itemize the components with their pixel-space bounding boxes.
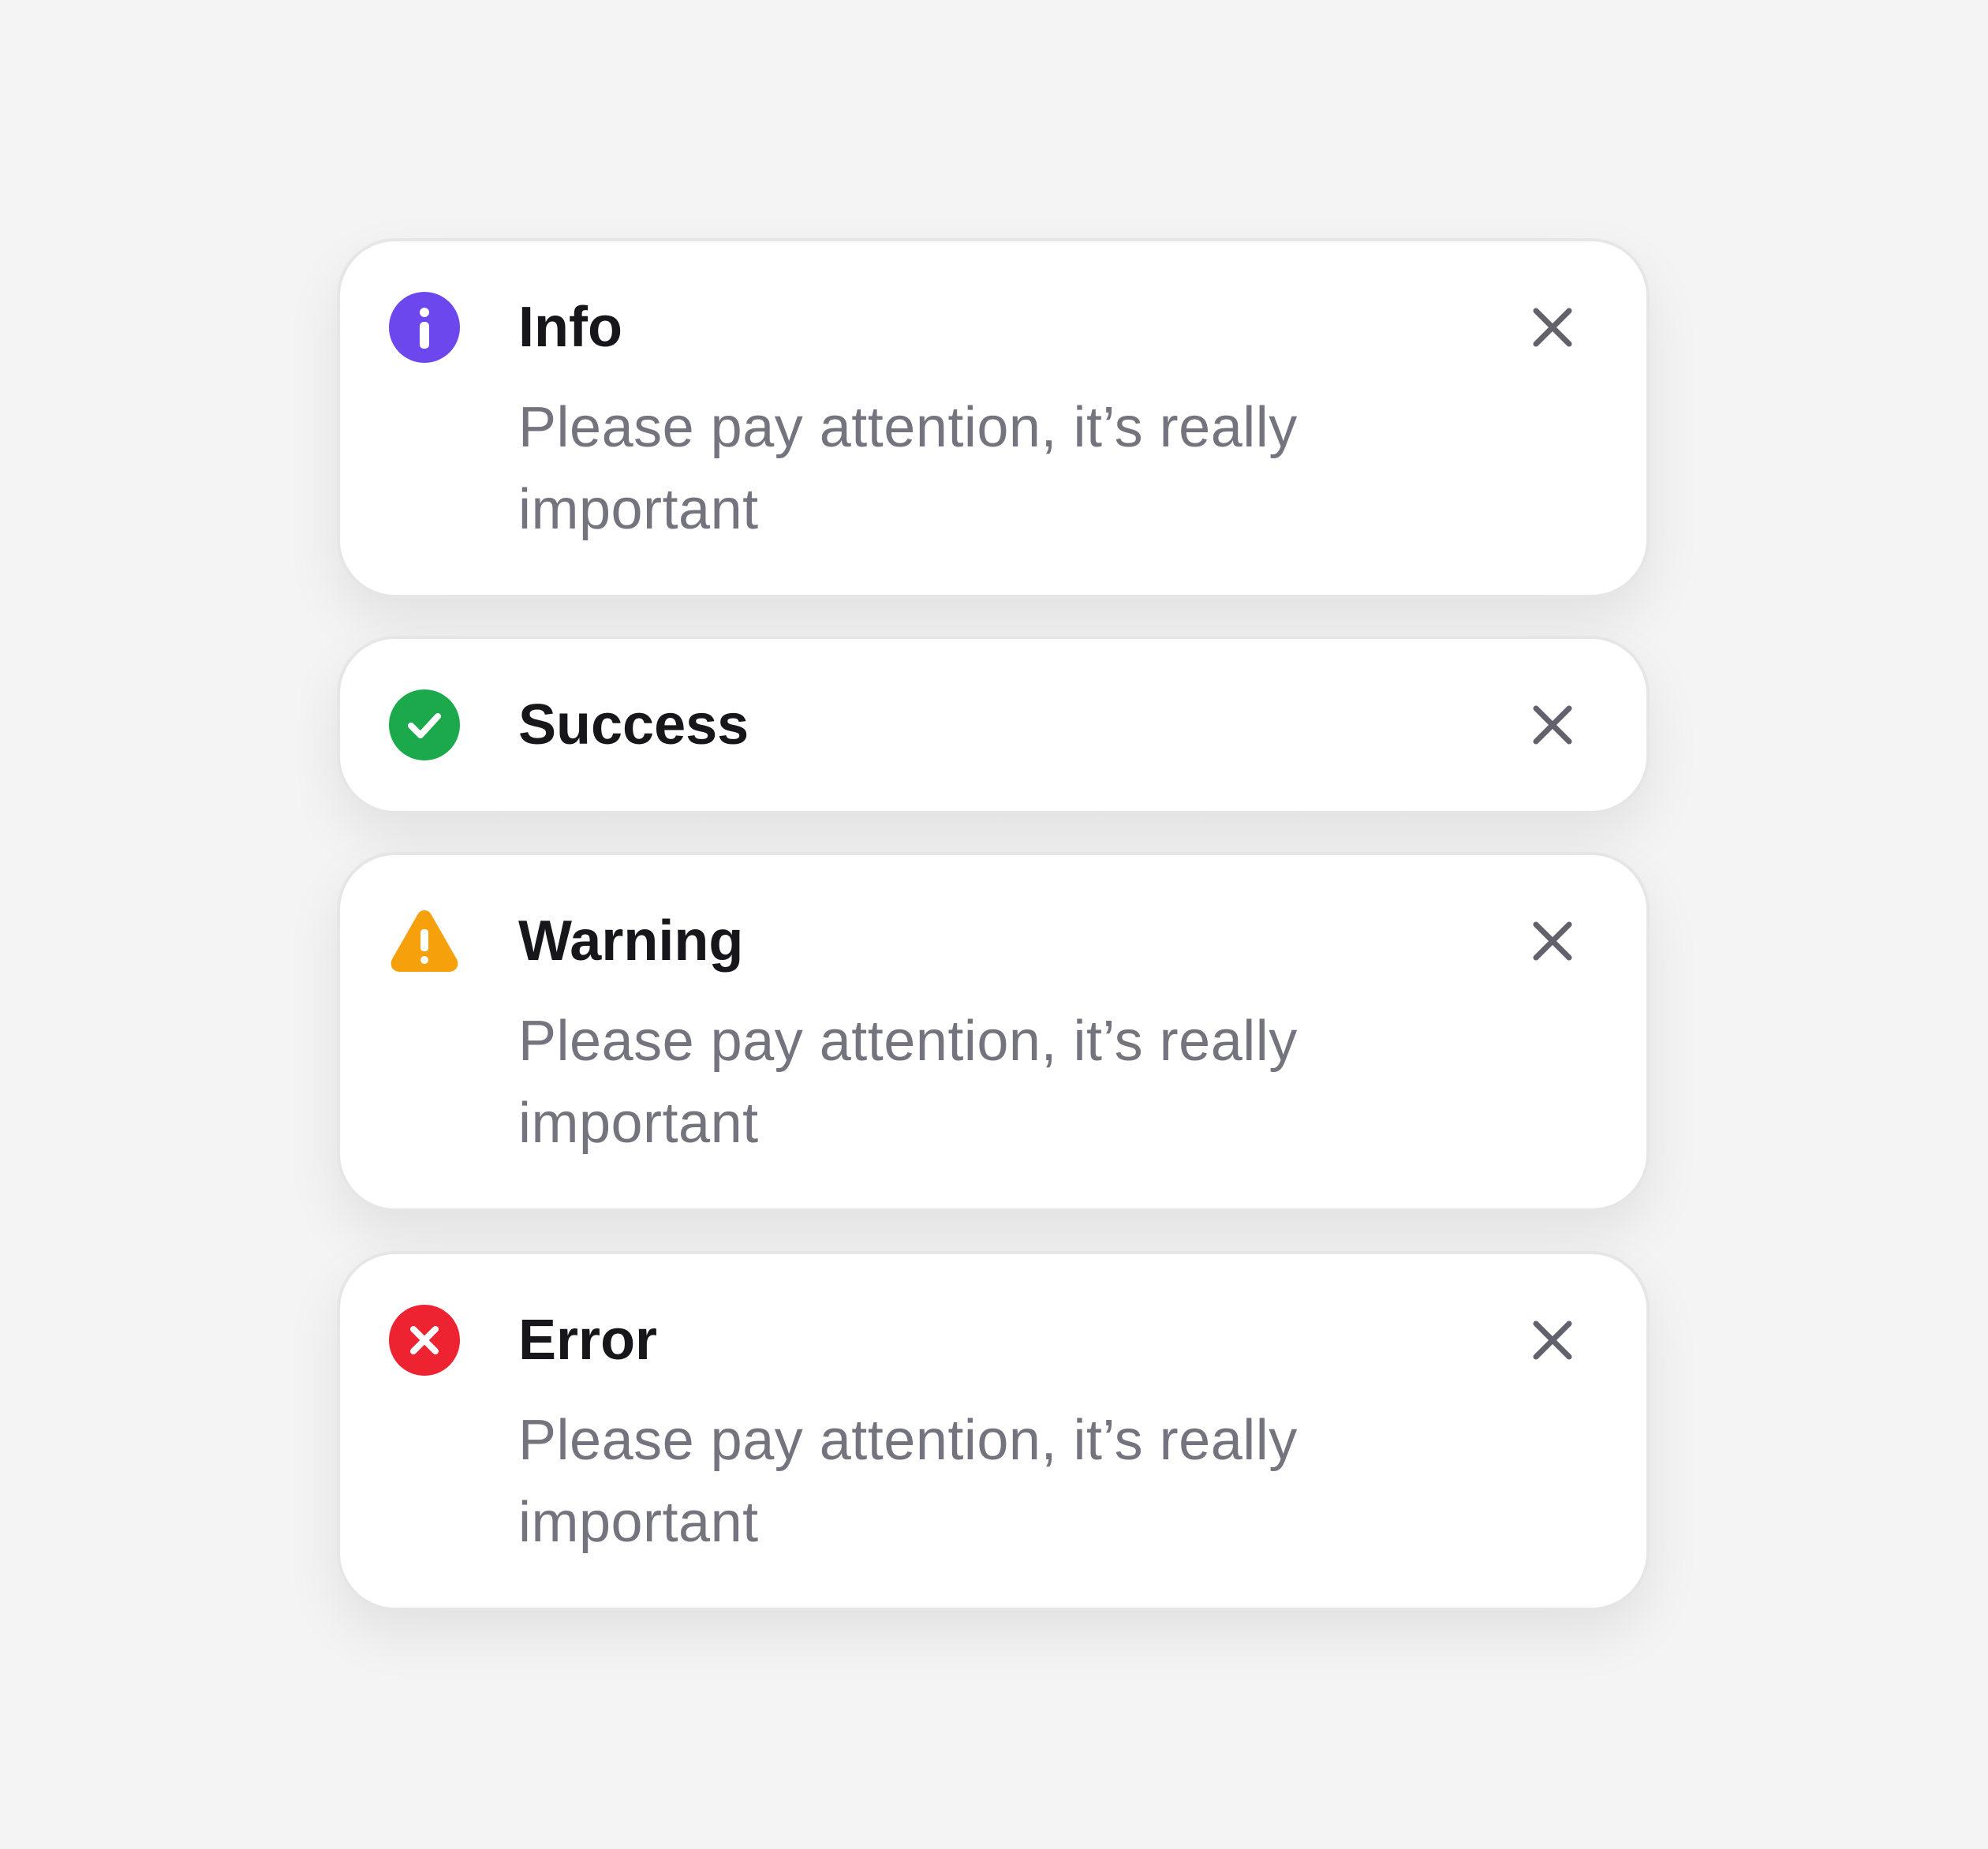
close-icon <box>1533 921 1572 961</box>
notification-title: Success <box>518 693 749 756</box>
notification-info: Info Please pay attention, it’s really i… <box>337 238 1650 598</box>
notification-warning: Warning Please pay attention, it’s reall… <box>337 852 1650 1212</box>
notification-success: Success <box>337 636 1650 814</box>
close-icon <box>1533 308 1572 347</box>
close-button[interactable] <box>1517 292 1588 363</box>
close-icon <box>1533 1320 1572 1360</box>
warning-triangle-icon <box>389 906 460 977</box>
notification-title: Error <box>518 1309 658 1372</box>
notification-message: Please pay attention, it’s really import… <box>518 396 1298 541</box>
check-circle-icon <box>389 689 460 760</box>
close-button[interactable] <box>1517 689 1588 760</box>
notification-message: Please pay attention, it’s really import… <box>518 1409 1298 1554</box>
close-icon <box>1533 705 1572 745</box>
notification-title: Info <box>518 296 622 359</box>
notification-message: Please pay attention, it’s really import… <box>518 1010 1298 1155</box>
notification-error: Error Please pay attention, it’s really … <box>337 1251 1650 1611</box>
error-x-icon <box>389 1305 460 1376</box>
close-button[interactable] <box>1517 906 1588 977</box>
close-button[interactable] <box>1517 1305 1588 1376</box>
notification-title: Warning <box>518 910 744 973</box>
info-icon <box>389 292 460 363</box>
